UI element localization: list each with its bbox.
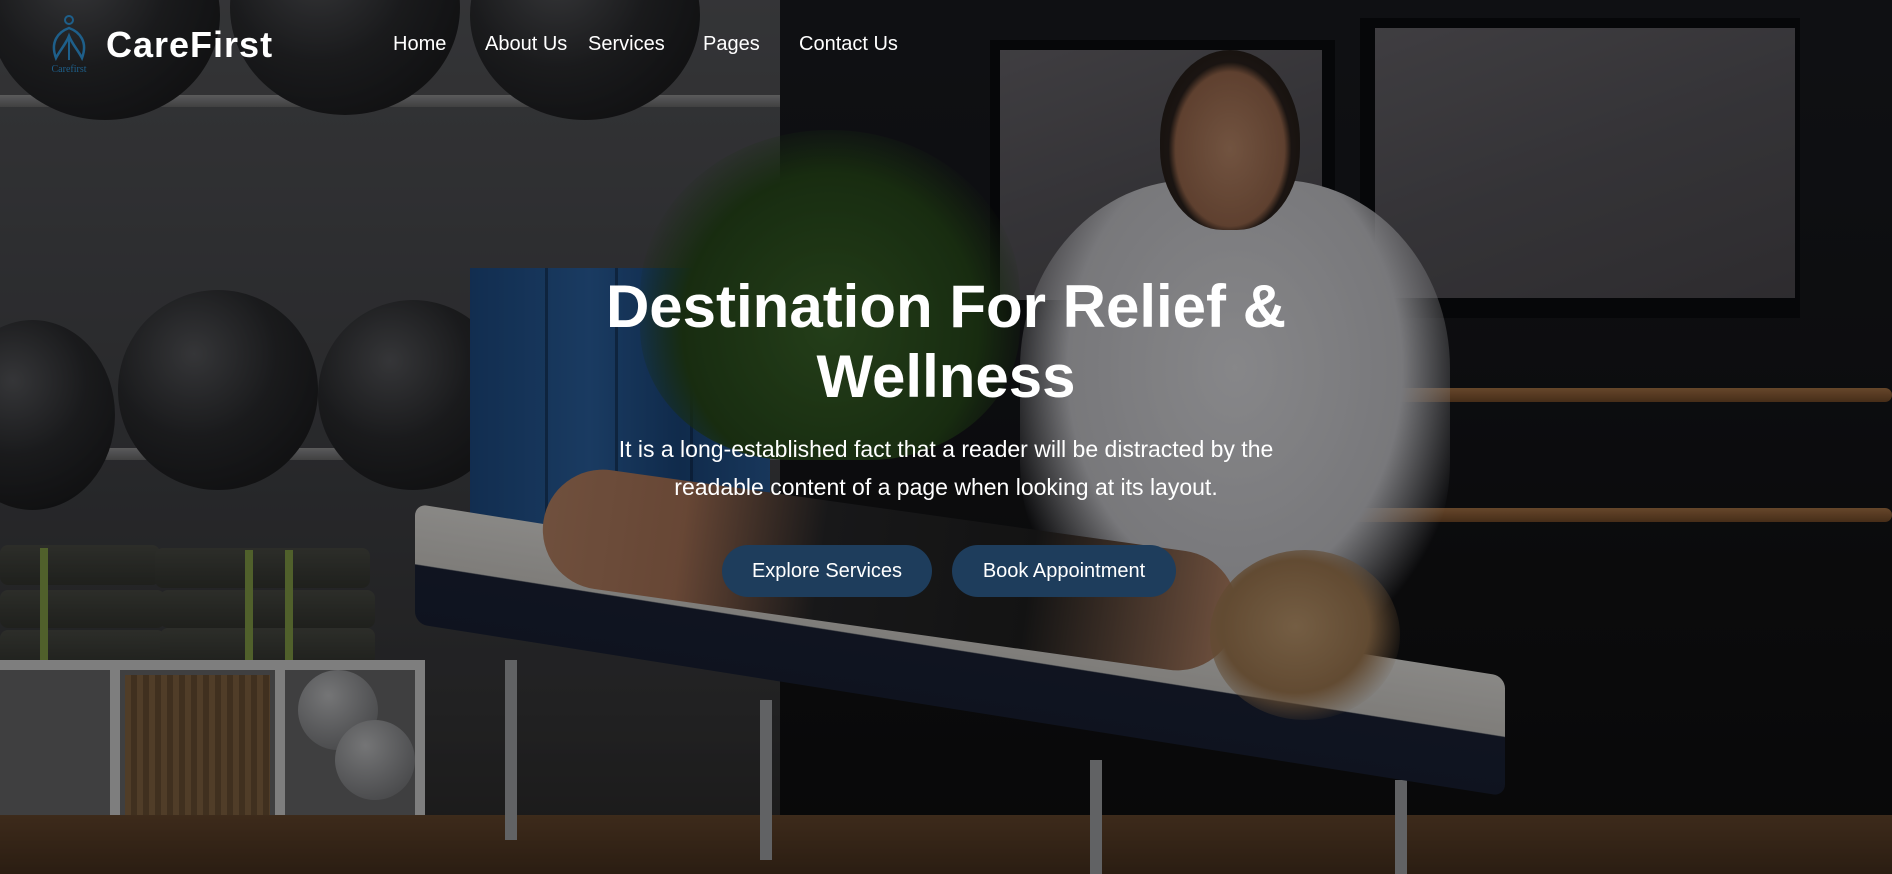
logo-caption: Carefirst (52, 64, 87, 75)
nav-item-pages[interactable]: Pages (703, 33, 760, 56)
brand-link[interactable]: Carefirst CareFirst (44, 14, 273, 76)
explore-services-button[interactable]: Explore Services (722, 545, 932, 597)
carefirst-logo-icon: Carefirst (44, 14, 94, 76)
hero-title-line-2: Wellness (816, 343, 1076, 410)
hero-title: Destination For Relief & Wellness (446, 272, 1446, 412)
hero-subtitle: It is a long-established fact that a rea… (546, 430, 1346, 506)
nav-item-home[interactable]: Home (393, 33, 446, 56)
brand-name: CareFirst (106, 24, 274, 65)
hero-subtitle-line-1: It is a long-established fact that a rea… (618, 436, 1274, 462)
nav-item-contact-us[interactable]: Contact Us (799, 33, 898, 56)
hero-title-line-1: Destination For Relief & (605, 273, 1287, 340)
nav-item-about-us[interactable]: About Us (485, 33, 567, 56)
site-header: Carefirst CareFirst Home About Us Servic… (0, 0, 1892, 90)
hero-subtitle-line-2: readable content of a page when looking … (674, 474, 1218, 500)
book-appointment-button[interactable]: Book Appointment (952, 545, 1176, 597)
nav-item-services[interactable]: Services (588, 33, 665, 56)
